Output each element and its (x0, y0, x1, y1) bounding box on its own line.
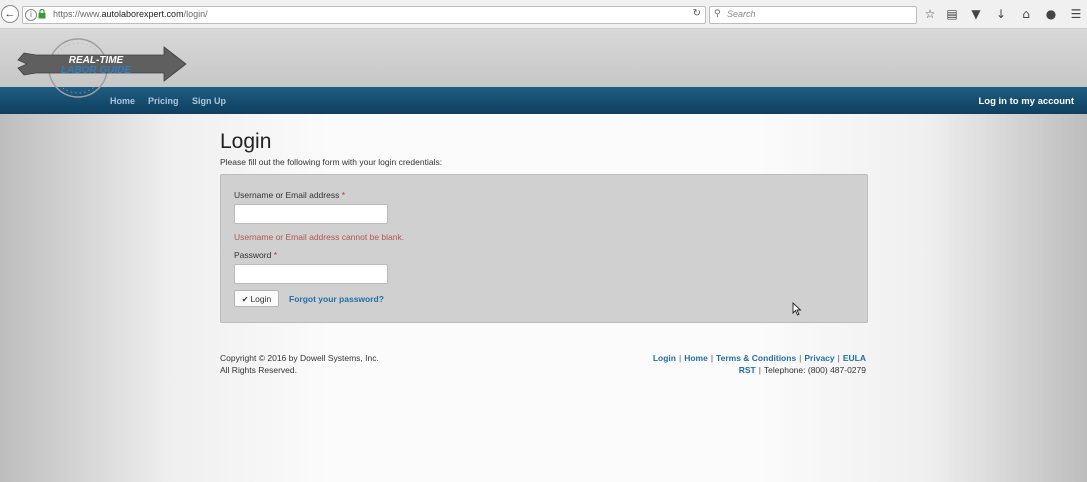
reload-icon[interactable]: ↻ (693, 8, 701, 19)
footer-link-terms[interactable]: Terms & Conditions (716, 353, 796, 363)
browser-toolbar: ← i https://www.autolaborexpert.com/logi… (0, 0, 1087, 29)
username-error: Username or Email address cannot be blan… (234, 232, 405, 242)
page-title: Login (220, 130, 272, 153)
account-login-link[interactable]: Log in to my account (978, 96, 1074, 107)
copyright-line2: All Rights Reserved. (220, 365, 298, 375)
footer-link-login[interactable]: Login (653, 353, 676, 363)
footer-link-eula[interactable]: EULA (843, 353, 866, 363)
logo-text-line2: LABOR GUIDE (61, 65, 131, 76)
username-input[interactable] (234, 204, 388, 224)
footer-links: Login | Home | Terms & Conditions | Privacy | EU… (652, 353, 866, 375)
nav-signup[interactable]: Sign Up (192, 96, 226, 106)
mouse-cursor-icon (792, 302, 802, 316)
footer-link-privacy[interactable]: Privacy (804, 353, 834, 363)
footer-link-home[interactable]: Home (684, 353, 708, 363)
forgot-password-link[interactable]: Forgot your password? (289, 294, 384, 304)
pocket-icon[interactable]: ▼ (968, 6, 984, 22)
url-text: https://www.autolaborexpert.com/login/ (53, 9, 208, 19)
footer-link-rst[interactable]: RST (739, 365, 756, 375)
check-icon: ✔ (241, 295, 249, 304)
info-icon[interactable]: i (25, 9, 37, 21)
chat-icon[interactable]: ● (1043, 6, 1059, 22)
clipboard-icon[interactable]: ▤ (944, 6, 960, 22)
search-placeholder: Search (727, 9, 756, 19)
lock-icon (38, 9, 46, 19)
footer-telephone: Telephone: (800) 487-0279 (763, 365, 866, 375)
required-mark: * (341, 190, 346, 200)
password-label: Password * (234, 250, 278, 260)
download-icon[interactable]: ↓ (993, 6, 1009, 22)
menu-icon[interactable]: ☰ (1068, 6, 1084, 22)
address-bar[interactable]: i https://www.autolaborexpert.com/login/… (22, 6, 706, 24)
copyright-line1: Copyright © 2016 by Dowell Systems, Inc. (220, 353, 379, 363)
star-icon[interactable]: ☆ (922, 6, 938, 22)
page-subtitle: Please fill out the following form with … (220, 157, 443, 167)
password-input[interactable] (234, 264, 388, 284)
required-mark: * (273, 250, 278, 260)
login-form: Username or Email address * Username or … (220, 174, 868, 323)
back-arrow-icon[interactable]: ← (1, 5, 19, 23)
site-logo[interactable]: REAL-TIME LABOR GUIDE (14, 36, 194, 100)
home-icon[interactable]: ⌂ (1018, 6, 1034, 22)
search-bar[interactable]: ⚲ Search (709, 6, 917, 24)
toolbar-icons: ☆ ▤ ▼ ↓ ⌂ ● ☰ (922, 6, 1087, 22)
search-icon: ⚲ (714, 9, 721, 19)
login-button[interactable]: ✔ Login (234, 290, 279, 307)
copyright: Copyright © 2016 by Dowell Systems, Inc.… (220, 352, 379, 376)
username-label: Username or Email address * (234, 190, 346, 200)
